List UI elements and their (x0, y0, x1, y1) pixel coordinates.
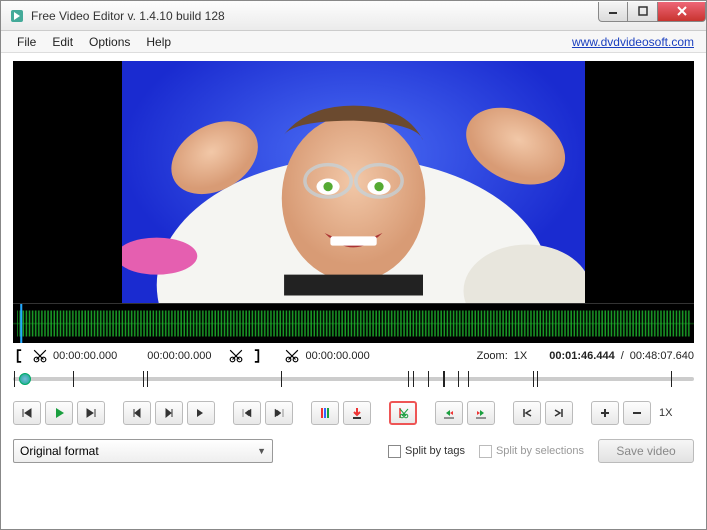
app-icon (9, 8, 25, 24)
slider-tick (671, 371, 672, 387)
jump-left-button[interactable] (513, 401, 541, 425)
bracket-right-icon (249, 349, 263, 363)
window-title: Free Video Editor v. 1.4.10 build 128 (31, 9, 598, 23)
slider-tick (533, 371, 534, 387)
slider-tick (281, 371, 282, 387)
zoom-value: 1X (514, 350, 527, 362)
slider-tick (14, 371, 15, 387)
save-video-button[interactable]: Save video (598, 439, 694, 463)
bracket-left-icon (13, 349, 27, 363)
toolbar: 1X (13, 397, 694, 429)
slider-tick (408, 371, 409, 387)
prev-frame-button[interactable] (123, 401, 151, 425)
zoom-label: Zoom: (477, 350, 508, 362)
skip-end-button[interactable] (265, 401, 293, 425)
menu-help[interactable]: Help (138, 33, 179, 51)
video-frame (122, 61, 585, 303)
checkbox-icon (479, 445, 492, 458)
menu-edit[interactable]: Edit (44, 33, 81, 51)
marker-button[interactable] (311, 401, 339, 425)
zoom-out-button[interactable] (623, 401, 651, 425)
maximize-button[interactable] (628, 2, 658, 22)
next-frame-button[interactable] (155, 401, 183, 425)
content-area: 00:00:00.000 00:00:00.000 00:00:00.000 Z… (1, 53, 706, 529)
zoom-text: 1X (655, 407, 676, 419)
trim-right-button[interactable] (467, 401, 495, 425)
window-controls (598, 2, 706, 22)
slider-tick (147, 371, 148, 387)
scissors-icon (229, 349, 243, 363)
skip-start-button[interactable] (233, 401, 261, 425)
split-by-selections-checkbox[interactable]: Split by selections (479, 445, 584, 458)
slider-tick (413, 371, 414, 387)
scissors-icon (285, 349, 299, 363)
website-link[interactable]: www.dvdvideosoft.com (572, 35, 698, 49)
minimize-button[interactable] (598, 2, 628, 22)
current-time: 00:01:46.444 (549, 350, 614, 362)
menu-file[interactable]: File (9, 33, 44, 51)
slider-tick (537, 371, 538, 387)
chevron-down-icon: ▼ (257, 446, 266, 456)
split-by-tags-label: Split by tags (405, 445, 465, 457)
timeline-slider[interactable] (13, 367, 694, 391)
cut-mid-time: 00:00:00.000 (147, 350, 211, 362)
menubar: File Edit Options Help www.dvdvideosoft.… (1, 31, 706, 53)
step-back-button[interactable] (13, 401, 41, 425)
slider-tick (443, 371, 445, 387)
slider-tick (468, 371, 469, 387)
duration-time: 00:48:07.640 (630, 350, 694, 362)
forward-button[interactable] (187, 401, 215, 425)
app-window: Free Video Editor v. 1.4.10 build 128 Fi… (0, 0, 707, 530)
download-marker-button[interactable] (343, 401, 371, 425)
format-value: Original format (20, 444, 99, 458)
close-button[interactable] (658, 2, 706, 22)
time-info-row: 00:00:00.000 00:00:00.000 00:00:00.000 Z… (13, 343, 694, 365)
cut-selection-button[interactable] (389, 401, 417, 425)
slider-tick (73, 371, 74, 387)
zoom-in-button[interactable] (591, 401, 619, 425)
slider-tick (143, 371, 144, 387)
cut-out-time: 00:00:00.000 (305, 350, 369, 362)
checkbox-icon (388, 445, 401, 458)
slider-tick (458, 371, 459, 387)
video-preview[interactable] (13, 61, 694, 303)
format-select[interactable]: Original format ▼ (13, 439, 273, 463)
play-button[interactable] (45, 401, 73, 425)
scissors-icon (33, 349, 47, 363)
split-by-tags-checkbox[interactable]: Split by tags (388, 445, 465, 458)
jump-right-button[interactable] (545, 401, 573, 425)
save-label: Save video (616, 444, 675, 458)
time-separator: / (621, 350, 624, 362)
menu-options[interactable]: Options (81, 33, 138, 51)
bottom-bar: Original format ▼ Split by tags Split by… (13, 429, 694, 467)
step-forward-button[interactable] (77, 401, 105, 425)
split-by-selections-label: Split by selections (496, 445, 584, 457)
slider-tick (428, 371, 429, 387)
cut-in-time: 00:00:00.000 (53, 350, 117, 362)
titlebar: Free Video Editor v. 1.4.10 build 128 (1, 1, 706, 31)
slider-track (13, 377, 694, 381)
waveform[interactable] (13, 303, 694, 343)
trim-left-button[interactable] (435, 401, 463, 425)
slider-thumb[interactable] (19, 373, 31, 385)
